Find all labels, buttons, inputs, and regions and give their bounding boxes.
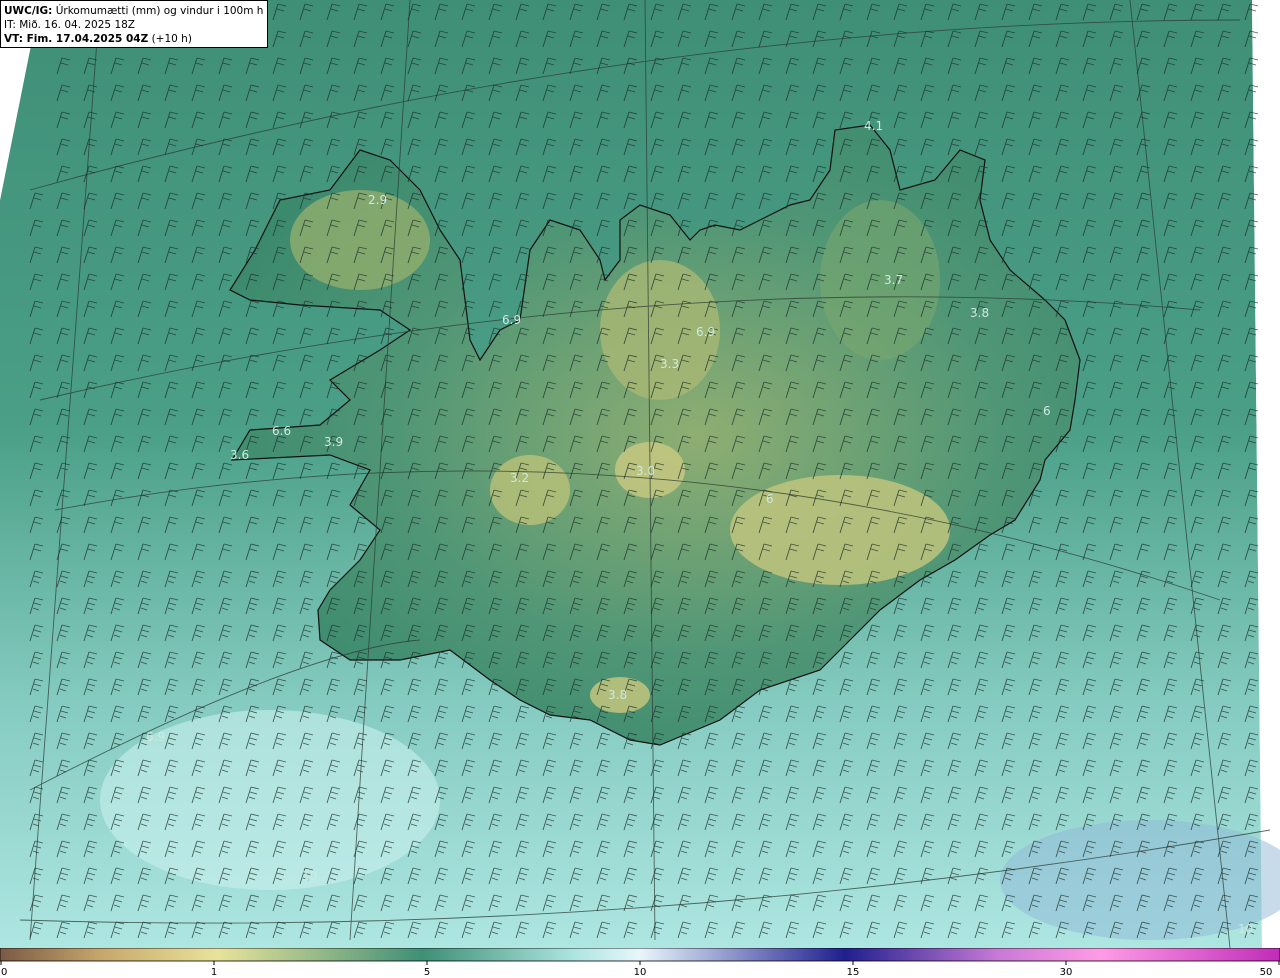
value-label: 3.8 [970, 306, 989, 320]
colorbar: 0 1 5 10 15 30 50 [0, 948, 1280, 978]
value-label: 10 [302, 869, 317, 883]
value-label: 2.9 [368, 193, 387, 207]
valid-time-line: VT: Fim. 17.04.2025 04Z (+10 h) [4, 32, 264, 46]
value-label: 3.3 [660, 357, 679, 371]
colorbar-tick-label: 10 [634, 967, 647, 978]
colorbar-tick-label: 50 [1260, 967, 1273, 978]
value-label: 3.2 [510, 471, 529, 485]
value-label: 3.8 [608, 688, 627, 702]
colorbar-tick-label: 0 [1, 967, 7, 978]
value-label: 6 [1043, 404, 1051, 418]
value-label: 10 [1238, 922, 1253, 936]
colorbar-gradient [0, 948, 1280, 962]
value-label: 4.1 [864, 119, 883, 133]
colorbar-tick-label: 15 [847, 967, 860, 978]
colorbar-tick-label: 30 [1060, 967, 1073, 978]
value-label: 3.6 [230, 448, 249, 462]
value-label: 6.9 [696, 325, 715, 339]
value-label: 6 [766, 492, 774, 506]
map-title-box: UWC/IG: Úrkomumætti (mm) og vindur i 100… [0, 0, 268, 48]
value-label: 3.7 [884, 273, 903, 287]
weather-map: 4.1 2.9 3.7 3.8 6.9 6.9 3.3 6.6 3.9 3.6 … [0, 0, 1280, 948]
value-label: 3.9 [324, 435, 343, 449]
value-label: 6.6 [272, 424, 291, 438]
colorbar-ticks [0, 961, 1280, 965]
title-line: UWC/IG: Úrkomumætti (mm) og vindur i 100… [4, 4, 264, 18]
colorbar-tick-label: 1 [211, 967, 217, 978]
value-label: 3.0 [636, 464, 655, 478]
initial-time: IT: Mið. 16. 04. 2025 18Z [4, 19, 135, 31]
model-name: UWC/IG: [4, 5, 53, 17]
map-canvas: 4.1 2.9 3.7 3.8 6.9 6.9 3.3 6.6 3.9 3.6 … [0, 0, 1280, 948]
value-label: 6.9 [502, 313, 521, 327]
colorbar-canvas: 0 1 5 10 15 30 50 [0, 948, 1280, 978]
parameter-name: Úrkomumætti (mm) og vindur i 100m hæð [55, 5, 264, 17]
colorbar-tick-label: 5 [424, 967, 430, 978]
valid-time: VT: Fim. 17.04.2025 04Z [4, 33, 149, 45]
value-label: 6.9 [146, 730, 165, 744]
forecast-offset: (+10 h) [151, 33, 192, 45]
